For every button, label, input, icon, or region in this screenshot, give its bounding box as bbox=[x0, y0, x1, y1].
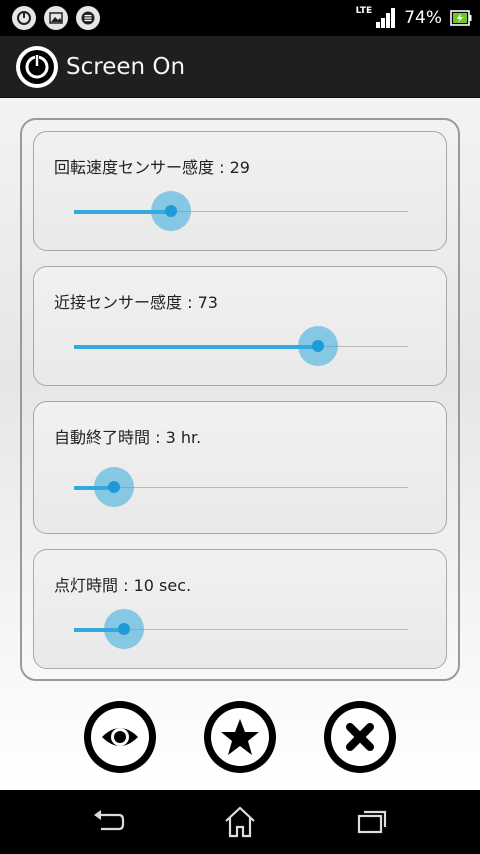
setting-card-light-time: 点灯時間 : 10 sec. bbox=[33, 549, 447, 669]
power-icon[interactable] bbox=[16, 45, 58, 88]
list-notification-icon bbox=[76, 6, 100, 30]
auto-exit-time-slider[interactable] bbox=[74, 467, 408, 507]
app-title: Screen On bbox=[66, 53, 186, 80]
slider-fill bbox=[74, 344, 318, 349]
slider-thumb[interactable] bbox=[150, 191, 191, 231]
slider-thumb[interactable] bbox=[297, 326, 338, 366]
setting-label: 回転速度センサー感度 : 29 bbox=[54, 158, 250, 177]
setting-card-proximity-sensitivity: 近接センサー感度 : 73 bbox=[33, 266, 447, 386]
signal-icon bbox=[376, 8, 396, 28]
rotation-sensitivity-slider[interactable] bbox=[74, 191, 408, 231]
star-icon bbox=[221, 719, 259, 755]
light-time-slider[interactable] bbox=[74, 609, 408, 649]
close-icon bbox=[346, 723, 374, 751]
setting-label: 近接センサー感度 : 73 bbox=[54, 293, 218, 312]
recents-icon[interactable] bbox=[352, 804, 392, 840]
power-notification-icon bbox=[12, 6, 36, 30]
close-button[interactable] bbox=[324, 701, 396, 773]
battery-percent: 74% bbox=[404, 8, 442, 28]
content-area: 回転速度センサー感度 : 29 近接センサー感度 : 73 自動終了時間 : 3… bbox=[0, 98, 480, 790]
home-icon[interactable] bbox=[220, 804, 260, 840]
proximity-sensitivity-slider[interactable] bbox=[74, 326, 408, 366]
slider-thumb[interactable] bbox=[94, 467, 135, 507]
app-bar: Screen On bbox=[0, 36, 480, 98]
setting-card-rotation-sensitivity: 回転速度センサー感度 : 29 bbox=[33, 131, 447, 251]
setting-label: 点灯時間 : 10 sec. bbox=[54, 576, 192, 595]
favorite-button[interactable] bbox=[204, 701, 276, 773]
back-icon[interactable] bbox=[88, 804, 128, 840]
navigation-bar bbox=[0, 790, 480, 854]
view-button[interactable] bbox=[84, 701, 156, 773]
slider-thumb[interactable] bbox=[104, 609, 145, 649]
setting-label: 自動終了時間 : 3 hr. bbox=[54, 428, 202, 447]
network-type: LTE bbox=[355, 6, 373, 16]
eye-icon bbox=[102, 728, 138, 746]
image-notification-icon bbox=[44, 6, 68, 30]
battery-icon bbox=[450, 10, 472, 26]
status-bar: LTE 74% bbox=[0, 0, 480, 36]
settings-panel: 回転速度センサー感度 : 29 近接センサー感度 : 73 自動終了時間 : 3… bbox=[20, 118, 460, 681]
setting-card-auto-exit-time: 自動終了時間 : 3 hr. bbox=[33, 401, 447, 534]
